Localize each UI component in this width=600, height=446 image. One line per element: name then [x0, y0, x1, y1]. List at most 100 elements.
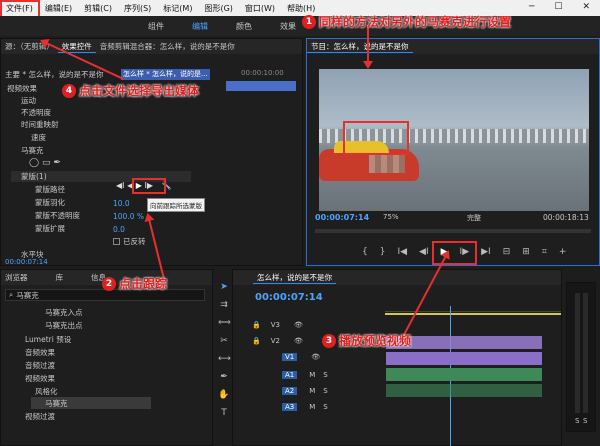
source-patch[interactable]: A1	[282, 370, 298, 379]
track-a2: A2 M S	[234, 383, 384, 398]
menu-window[interactable]: 窗口(W)	[239, 3, 281, 14]
slip-icon[interactable]: ⟷	[218, 354, 231, 366]
lift-icon[interactable]: ⊟	[503, 247, 511, 257]
track-back-icon[interactable]: ◀I	[116, 181, 125, 190]
rect-mask-icon[interactable]: ▭	[42, 158, 51, 168]
program-tab-row: 节目：怎么样，说的是不是你	[307, 39, 599, 54]
tab-library[interactable]: 库	[52, 272, 68, 283]
effect-timecode: 00:00:07:14	[5, 258, 48, 266]
callout-number: 2	[102, 276, 116, 291]
export-frame-icon[interactable]: ⌗	[542, 247, 547, 257]
meter-label: S	[583, 417, 588, 425]
row-mask[interactable]: 蒙版(1)	[21, 171, 47, 182]
type-tool-icon[interactable]: T	[218, 408, 230, 420]
project-item[interactable]: 马赛克入点	[45, 307, 83, 318]
workspace-assembly[interactable]: 组件	[148, 21, 164, 32]
mark-out-icon[interactable]: }	[380, 247, 386, 257]
timeline-tab-row: 怎么样，说的是不是你	[233, 270, 561, 285]
callout-text: 播放预览视频	[339, 334, 412, 348]
maximize-icon[interactable]: ☐	[548, 2, 568, 12]
callout-text: 点击跟踪	[119, 277, 168, 291]
row-inverted[interactable]: 已反转	[113, 236, 146, 247]
go-to-out-icon[interactable]: ▶I	[481, 247, 491, 257]
workspace-editing[interactable]: 编辑	[192, 21, 208, 32]
program-quality[interactable]: 完整	[467, 213, 481, 223]
track-a3: A3 M S	[234, 399, 384, 414]
row-mask-path: 蒙版路径	[35, 185, 65, 194]
highlight-track-forward	[132, 178, 166, 194]
menu-clip[interactable]: 剪辑(C)	[78, 3, 118, 14]
menu-help[interactable]: 帮助(H)	[281, 3, 321, 14]
clip-a1[interactable]	[386, 368, 542, 381]
window-controls: ─ ☐ ✕	[523, 2, 596, 12]
eye-icon[interactable]: 👁	[294, 321, 303, 329]
project-item[interactable]: 视频效果	[25, 373, 55, 384]
arrow-1	[367, 25, 369, 67]
step-back-icon[interactable]: ◀I	[419, 247, 429, 257]
ellipse-mask-icon[interactable]: ◯	[29, 158, 39, 168]
razor-icon[interactable]: ✂	[218, 336, 230, 348]
source-patch[interactable]: A2	[282, 386, 298, 395]
project-panel: 浏览器 库 信息 ⌕ 马赛克 马赛克入点 马赛克出点 Lumetri 预设 音频…	[0, 269, 213, 446]
select-tool-icon[interactable]: ➤	[218, 282, 230, 294]
project-item[interactable]: Lumetri 预设	[25, 334, 71, 345]
track-label[interactable]: V3	[271, 321, 280, 329]
menu-marker[interactable]: 标记(M)	[157, 3, 198, 14]
clip-v1[interactable]	[386, 352, 542, 365]
pen-tool-icon[interactable]: ✒	[218, 372, 230, 384]
menu-edit[interactable]: 编辑(E)	[39, 3, 78, 14]
project-item-selected[interactable]: 马赛克	[45, 398, 68, 409]
row-mosaic[interactable]: 马赛克	[21, 145, 44, 156]
project-item[interactable]: 音频效果	[25, 347, 55, 358]
menu-sequence[interactable]: 序列(S)	[118, 3, 157, 14]
row-speed[interactable]: 速度	[31, 132, 46, 143]
tab-browser[interactable]: 浏览器	[1, 272, 32, 283]
workspace-color[interactable]: 颜色	[236, 21, 252, 32]
project-item[interactable]: 视频过渡	[25, 411, 55, 422]
menu-graphics[interactable]: 图形(G)	[198, 3, 238, 14]
mark-in-icon[interactable]: {	[362, 247, 368, 257]
inverted-checkbox[interactable]	[113, 238, 120, 245]
program-scrubber[interactable]	[315, 229, 591, 233]
source-patch[interactable]: V1	[282, 352, 298, 361]
close-icon[interactable]: ✕	[576, 2, 596, 12]
minimize-icon[interactable]: ─	[523, 2, 540, 12]
ripple-edit-icon[interactable]: ⟺	[218, 318, 231, 330]
meter-bar-left	[575, 293, 580, 413]
effect-clip-label: 怎么样 * 怎么样，说的是...	[121, 69, 210, 80]
tab-audio-mixer[interactable]: 音频剪辑混合器：怎么样，说的是不是你	[96, 41, 239, 52]
track-label[interactable]: V2	[271, 337, 280, 345]
row-opacity[interactable]: 不透明度	[21, 107, 51, 118]
program-zoom[interactable]: 75%	[383, 213, 399, 221]
project-item[interactable]: 马赛克出点	[45, 320, 83, 331]
value-expand[interactable]: 0.0	[113, 225, 125, 234]
go-to-in-icon[interactable]: I◀	[397, 247, 407, 257]
row-time-remap[interactable]: 时间重映射	[21, 119, 59, 130]
project-item[interactable]: 风格化	[35, 386, 58, 397]
value-feather[interactable]: 10.0	[113, 199, 130, 208]
value-mask-opacity[interactable]: 100.0 %	[113, 212, 144, 221]
callout-4: 4 点击文件选择导出媒体	[62, 82, 199, 99]
program-timecode: 00:00:07:14	[315, 213, 370, 222]
work-area-bar	[385, 313, 561, 315]
row-motion[interactable]: 运动	[21, 95, 36, 106]
program-title[interactable]: 节目：怎么样，说的是不是你	[307, 41, 413, 53]
eye-icon[interactable]: 👁	[311, 353, 320, 361]
search-input[interactable]: 马赛克	[16, 290, 39, 301]
extract-icon[interactable]: ⊞	[522, 247, 530, 257]
eye-icon[interactable]: 👁	[294, 337, 303, 345]
program-monitor: 节目：怎么样，说的是不是你 00:00:07:14 75% 完整 00:00:1…	[306, 38, 600, 266]
workspace-effects[interactable]: 效果	[280, 21, 296, 32]
pen-mask-icon[interactable]: ✒	[53, 158, 61, 168]
effect-clip-bar	[226, 81, 296, 91]
timeline-title[interactable]: 怎么样，说的是不是你	[253, 272, 336, 284]
track-select-icon[interactable]: ⇉	[218, 300, 230, 312]
clip-a2[interactable]	[386, 384, 542, 397]
add-button-icon[interactable]: +	[559, 247, 567, 257]
track-a1: A1 M S	[234, 367, 384, 382]
hand-tool-icon[interactable]: ✋	[218, 390, 230, 402]
row-mask-expand: 蒙版扩展	[35, 224, 65, 233]
source-patch[interactable]: A3	[282, 402, 298, 411]
search-icon: ⌕	[9, 290, 14, 299]
project-item[interactable]: 音频过渡	[25, 360, 55, 371]
